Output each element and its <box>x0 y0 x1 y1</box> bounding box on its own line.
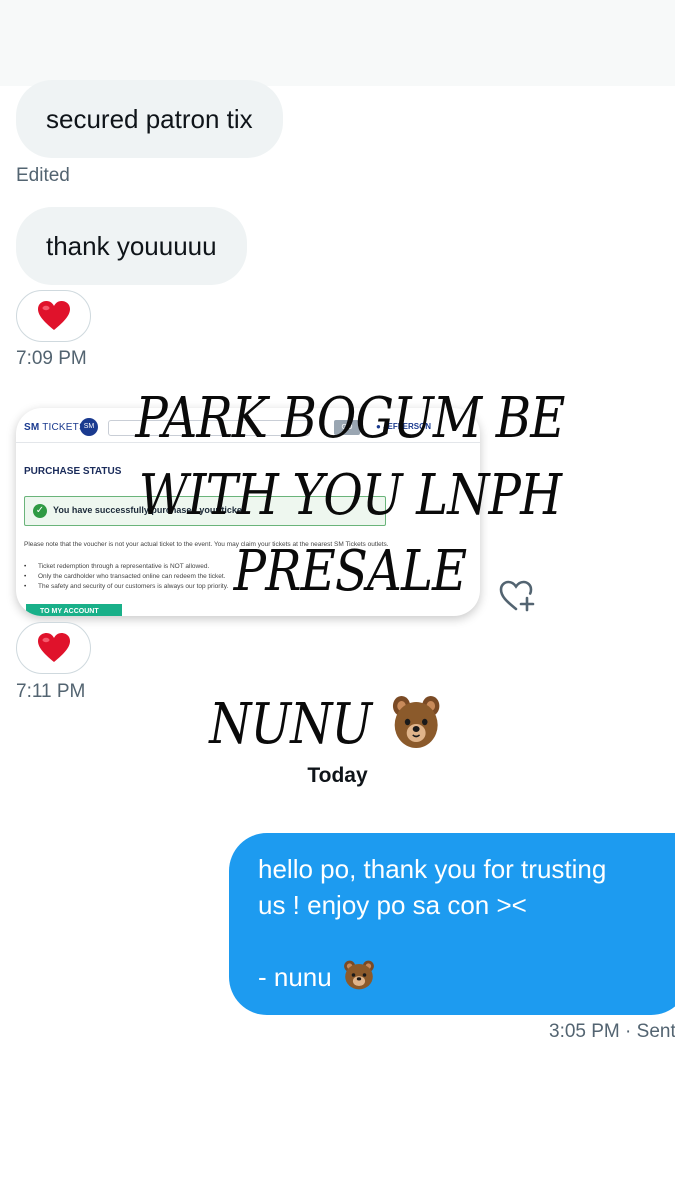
date-divider: Today <box>307 764 368 787</box>
purchase-status-heading: PURCHASE STATUS <box>24 466 122 477</box>
overlay-title-line: PARK BOGUM BE <box>135 386 565 451</box>
top-bar <box>0 0 675 86</box>
reaction-heart[interactable] <box>16 622 91 674</box>
edited-label: Edited <box>16 165 70 186</box>
message-text: secured patron tix <box>46 103 253 134</box>
message-bubble-received[interactable]: thank youuuuu <box>16 207 247 285</box>
message-bubble-received[interactable]: secured patron tix <box>16 80 283 158</box>
message-line: - nunu <box>258 959 669 995</box>
message-text: thank youuuuu <box>46 230 217 261</box>
message-line: us ! enjoy po sa con >< <box>258 890 527 920</box>
sent-timestamp: 3:05 PM · Sent <box>549 1021 675 1042</box>
overlay-title-line: PRESALE <box>233 539 468 604</box>
timestamp: 7:09 PM <box>16 348 87 369</box>
reaction-heart[interactable] <box>16 290 91 342</box>
bear-face-icon <box>392 696 440 748</box>
bear-face-icon <box>344 960 374 990</box>
my-account-button: TO MY ACCOUNT <box>26 604 122 616</box>
message-line: hello po, thank you for trusting <box>258 854 607 884</box>
message-line-blank <box>258 923 669 959</box>
red-heart-icon <box>37 301 70 330</box>
sm-badge-icon: SM <box>80 418 98 436</box>
overlay-title-line: WITH YOU LNPH <box>138 463 562 528</box>
overlay-signature: NUNU <box>183 694 467 755</box>
timestamp: 7:11 PM <box>16 681 86 702</box>
check-icon: ✓ <box>33 504 47 518</box>
message-bubble-sent[interactable]: hello po, thank you for trusting us ! en… <box>229 833 675 1015</box>
red-heart-icon <box>37 633 70 662</box>
sm-tickets-logo: SM TICKETS <box>24 422 86 433</box>
